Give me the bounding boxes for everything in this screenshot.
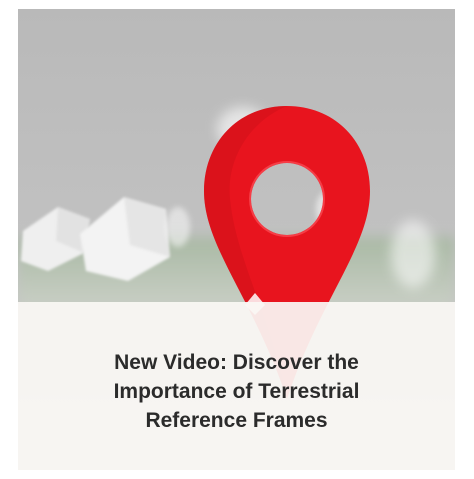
video-title[interactable]: New Video: Discover the Importance of Te… bbox=[18, 348, 455, 435]
blurred-cube-shape bbox=[391, 220, 435, 288]
video-card[interactable]: New Video: Discover the Importance of Te… bbox=[18, 9, 455, 470]
